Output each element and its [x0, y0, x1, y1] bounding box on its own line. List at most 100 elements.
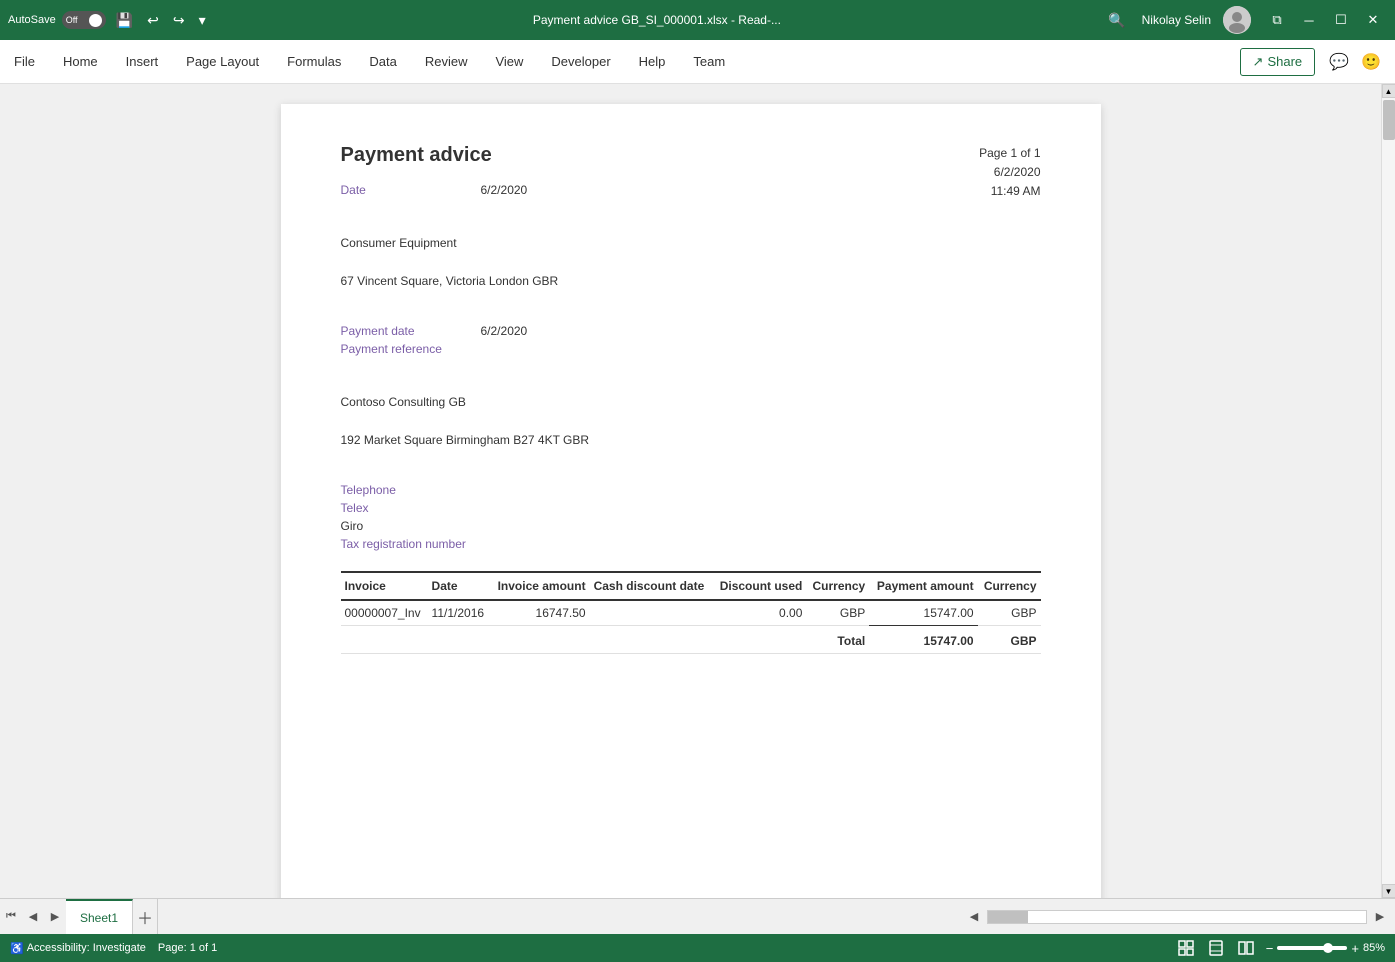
scroll-down-arrow[interactable]: ▼ [1382, 884, 1395, 898]
avatar[interactable] [1223, 6, 1251, 34]
scroll-thumb-right[interactable] [1383, 100, 1395, 140]
sheet-tabs-area: ⏮ ◀ ▶ Sheet1 ＋ ◀ ▶ [0, 898, 1395, 934]
col-currency2: Currency [978, 572, 1041, 600]
table-header-row: Invoice Date Invoice amount Cash discoun… [341, 572, 1041, 600]
cell-invoice: 00000007_Inv [341, 600, 428, 626]
normal-view-icon [1178, 940, 1194, 956]
accessibility-icon: ♿ [10, 942, 24, 955]
page-wrapper: Page 1 of 1 6/2/2020 11:49 AM Payment ad… [0, 84, 1381, 898]
undo-button[interactable]: ↩ [143, 10, 163, 31]
document-title: Payment advice GB_SI_000001.xlsx - Read-… [218, 13, 1097, 27]
cell-currency1: GBP [806, 600, 869, 626]
menu-insert[interactable]: Insert [112, 40, 173, 83]
menu-developer[interactable]: Developer [537, 40, 624, 83]
hscrollbar-track [987, 910, 1367, 924]
col-invoice-amount: Invoice amount [490, 572, 589, 600]
cell-invoice-amount: 16747.50 [490, 600, 589, 626]
menu-home[interactable]: Home [49, 40, 112, 83]
tax-reg-row: Tax registration number [341, 537, 1041, 551]
vendor-name-block: Contoso Consulting GB [341, 392, 1041, 414]
sheet-tab-sheet1[interactable]: Sheet1 [66, 899, 133, 934]
page-layout-view-button[interactable] [1206, 938, 1226, 958]
hscroll-area: ◀ ▶ [161, 899, 1395, 934]
restore-down-button[interactable]: ⧉ [1263, 6, 1291, 34]
telephone-label: Telephone [341, 483, 481, 497]
giro-label: Giro [341, 519, 481, 533]
sheet-nav-first[interactable]: ⏮ [0, 906, 22, 928]
col-cash-discount-date: Cash discount date [590, 572, 713, 600]
vendor-address: 192 Market Square Birmingham B27 4KT GBR [341, 430, 1041, 452]
sheet-nav-next[interactable]: ▶ [44, 906, 66, 928]
payment-ref-row: Payment reference [341, 342, 1041, 356]
cell-cash-discount-date [590, 600, 713, 626]
title-bar: AutoSave Off 💾 ↩ ↪ ▾ Payment advice GB_S… [0, 0, 1395, 40]
scroll-up-arrow[interactable]: ▲ [1382, 84, 1395, 98]
doc-title: Payment advice [341, 144, 1041, 167]
zoom-bar: − + 85% [1266, 941, 1385, 956]
share-label: Share [1267, 54, 1302, 69]
vendor-address-block: 192 Market Square Birmingham B27 4KT GBR [341, 430, 1041, 452]
total-empty2 [590, 626, 713, 654]
zoom-in-button[interactable]: + [1351, 941, 1359, 956]
giro-row: Giro [341, 519, 1041, 533]
normal-view-button[interactable] [1176, 938, 1196, 958]
total-label: Total [712, 626, 869, 654]
zoom-out-button[interactable]: − [1266, 941, 1274, 956]
cell-date: 11/1/2016 [428, 600, 491, 626]
total-row: Total 15747.00 GBP [341, 626, 1041, 654]
smiley-button[interactable]: 🙂 [1357, 48, 1385, 76]
menu-formulas[interactable]: Formulas [273, 40, 355, 83]
close-button[interactable]: ✕ [1359, 6, 1387, 34]
autosave-label: AutoSave [8, 14, 56, 26]
menu-page-layout[interactable]: Page Layout [172, 40, 273, 83]
col-currency1: Currency [806, 572, 869, 600]
col-invoice: Invoice [341, 572, 428, 600]
maximize-button[interactable]: ☐ [1327, 6, 1355, 34]
zoom-level: 85% [1363, 942, 1385, 954]
window-controls: ⧉ ─ ☐ ✕ [1263, 6, 1387, 34]
page-info: Page 1 of 1 6/2/2020 11:49 AM [979, 144, 1040, 202]
title-bar-left: AutoSave Off 💾 ↩ ↪ ▾ [8, 10, 210, 31]
comments-button[interactable]: 💬 [1325, 48, 1353, 76]
page-break-view-button[interactable] [1236, 938, 1256, 958]
menu-bar: File Home Insert Page Layout Formulas Da… [0, 40, 1395, 84]
print-date: 6/2/2020 [979, 163, 1040, 182]
menu-review[interactable]: Review [411, 40, 482, 83]
payment-date-label: Payment date [341, 324, 481, 338]
menu-file[interactable]: File [0, 40, 49, 83]
add-sheet-button[interactable]: ＋ [133, 905, 157, 929]
date-row: Date 6/2/2020 [341, 183, 1041, 197]
hscroll-right-arrow[interactable]: ▶ [1369, 906, 1391, 928]
save-button[interactable]: 💾 [112, 10, 137, 31]
telex-row: Telex [341, 501, 1041, 515]
share-button[interactable]: ↗ Share [1240, 48, 1316, 76]
redo-button[interactable]: ↪ [169, 10, 189, 31]
menu-team[interactable]: Team [679, 40, 739, 83]
menu-help[interactable]: Help [625, 40, 680, 83]
menu-view[interactable]: View [481, 40, 537, 83]
menu-data[interactable]: Data [355, 40, 410, 83]
minimize-button[interactable]: ─ [1295, 6, 1323, 34]
sheet-nav-prev[interactable]: ◀ [22, 906, 44, 928]
autosave-toggle[interactable]: Off [62, 11, 106, 29]
company-address: 67 Vincent Square, Victoria London GBR [341, 271, 1041, 293]
share-icon: ↗ [1253, 54, 1264, 70]
customize-qat-button[interactable]: ▾ [195, 10, 210, 31]
hscrollbar-thumb[interactable] [988, 911, 1028, 923]
zoom-slider[interactable] [1277, 946, 1347, 950]
col-discount-used: Discount used [712, 572, 806, 600]
hscroll-left-arrow[interactable]: ◀ [963, 906, 985, 928]
col-payment-amount: Payment amount [869, 572, 977, 600]
zoom-thumb [1323, 943, 1333, 953]
date-value: 6/2/2020 [481, 183, 528, 197]
date-label: Date [341, 183, 481, 197]
page-of-label: Page 1 of 1 [979, 144, 1040, 163]
page-break-icon [1238, 940, 1254, 956]
accessibility-label: Accessibility: Investigate [27, 942, 146, 954]
page-layout-icon [1208, 940, 1224, 956]
search-button[interactable]: 🔍 [1104, 10, 1129, 31]
total-empty1 [490, 626, 589, 654]
spreadsheet-area: Page 1 of 1 6/2/2020 11:49 AM Payment ad… [0, 84, 1395, 898]
scrollbar-right[interactable]: ▲ ▼ [1381, 84, 1395, 898]
accessibility-button[interactable]: ♿ Accessibility: Investigate [10, 942, 146, 955]
